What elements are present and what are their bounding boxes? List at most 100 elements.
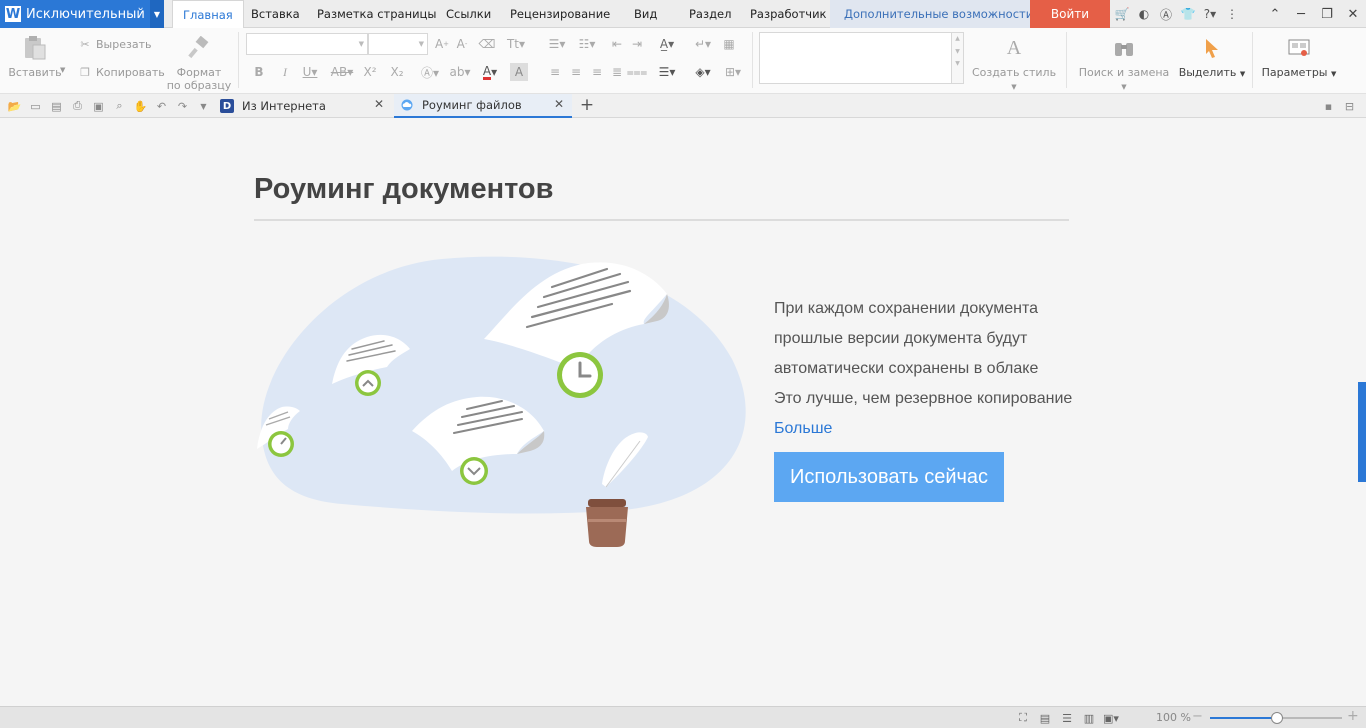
print-preview-icon[interactable]: ▣ bbox=[88, 96, 109, 116]
highlight-icon[interactable]: ab▾ bbox=[448, 63, 472, 81]
app-menu-dropdown-icon[interactable]: ▼ bbox=[150, 0, 164, 28]
save-as-icon[interactable]: ▤ bbox=[46, 96, 67, 116]
tab-references[interactable]: Ссылки bbox=[446, 0, 491, 28]
side-panel-handle[interactable] bbox=[1358, 382, 1366, 482]
save-icon[interactable]: ▭ bbox=[25, 96, 46, 116]
create-style-label: Создать стиль ▼ bbox=[970, 66, 1058, 94]
zoom-slider-fill bbox=[1210, 717, 1276, 719]
page-title: Роуминг документов bbox=[254, 173, 554, 205]
strikethrough-icon[interactable]: AB▾ bbox=[330, 63, 354, 81]
new-tab-icon[interactable]: + bbox=[578, 95, 596, 115]
zoom-in-icon[interactable]: + bbox=[1347, 708, 1359, 724]
bullet-list-icon[interactable]: ☰▾ bbox=[544, 35, 570, 53]
redo-icon[interactable]: ↷ bbox=[172, 96, 193, 116]
paragraph-mark-icon[interactable]: ↵▾ bbox=[690, 35, 716, 53]
more-icon[interactable]: ⋮ bbox=[1222, 4, 1242, 24]
increase-indent-icon[interactable]: ⇥ bbox=[628, 35, 646, 53]
copy-button[interactable]: ❐ Копировать bbox=[78, 65, 165, 79]
options-button[interactable]: Параметры ▼ bbox=[1260, 34, 1338, 81]
paste-dropdown-icon[interactable]: ▼ bbox=[60, 66, 65, 74]
cut-button[interactable]: ✂ Вырезать bbox=[78, 37, 151, 51]
tab-section[interactable]: Раздел bbox=[689, 0, 731, 28]
table-icon[interactable]: ▦ bbox=[720, 35, 738, 53]
zoom-out-icon[interactable]: − bbox=[1192, 709, 1203, 724]
document-tab-bar: 📂 ▭ ▤ ⎙ ▣ ⌕ ✋ ↶ ↷ ▼ D Из Интернета ✕ Роу… bbox=[0, 94, 1366, 118]
superscript-icon[interactable]: X² bbox=[361, 63, 379, 81]
status-bar: ⛶ ▤ ☰ ▥ ▣▾ 100 % − + bbox=[0, 706, 1366, 728]
description-line: При каждом сохранении документа bbox=[774, 300, 1039, 317]
document-circle-icon[interactable]: ◐ bbox=[1134, 4, 1154, 24]
numbered-list-icon[interactable]: ☷▾ bbox=[574, 35, 600, 53]
italic-icon[interactable]: I bbox=[276, 63, 294, 81]
subscript-icon[interactable]: X₂ bbox=[388, 63, 406, 81]
font-a-icon[interactable]: Ⓐ bbox=[1156, 4, 1176, 24]
doc-tab-roaming[interactable]: Роуминг файлов ✕ bbox=[394, 94, 572, 118]
more-link[interactable]: Больше bbox=[774, 420, 832, 437]
grow-font-icon[interactable]: A + bbox=[433, 35, 451, 53]
login-button[interactable]: Войти bbox=[1030, 0, 1110, 28]
select-button[interactable]: Выделить ▼ bbox=[1178, 34, 1246, 81]
shading-icon[interactable]: ◈▾ bbox=[690, 63, 716, 81]
underline-icon[interactable]: U▾ bbox=[298, 63, 322, 81]
tab-list-icon[interactable]: ▪ bbox=[1318, 96, 1339, 116]
close-tab-icon[interactable]: ✕ bbox=[554, 97, 564, 111]
align-left-icon[interactable]: ≡ bbox=[546, 63, 564, 81]
align-right-icon[interactable]: ≡ bbox=[588, 63, 606, 81]
restore-icon[interactable]: ❐ bbox=[1314, 0, 1340, 28]
tab-review[interactable]: Рецензирование bbox=[510, 0, 610, 28]
help-icon[interactable]: ?▾ bbox=[1200, 4, 1220, 24]
align-center-icon[interactable]: ≡ bbox=[567, 63, 585, 81]
text-direction-icon[interactable]: A̲▾ bbox=[654, 35, 680, 53]
create-style-button[interactable]: A Создать стиль ▼ bbox=[970, 34, 1058, 94]
preview-search-icon[interactable]: ⌕ bbox=[109, 96, 130, 116]
line-spacing-icon[interactable]: ☰▾ bbox=[654, 63, 680, 81]
minimize-icon[interactable]: ─ bbox=[1288, 0, 1314, 28]
undo-icon[interactable]: ↶ bbox=[151, 96, 172, 116]
tab-page-layout[interactable]: Разметка страницы bbox=[317, 0, 436, 28]
font-color-icon[interactable]: A ▾ bbox=[478, 63, 502, 81]
justify-icon[interactable]: ≣ bbox=[608, 63, 626, 81]
collapse-ribbon-icon[interactable]: ⌃ bbox=[1262, 0, 1288, 28]
bold-icon[interactable]: B bbox=[250, 63, 268, 81]
outline-view-icon[interactable]: ☰ bbox=[1056, 710, 1078, 726]
close-tab-icon[interactable]: ✕ bbox=[374, 97, 384, 111]
borders-icon[interactable]: ⊞▾ bbox=[720, 63, 746, 81]
use-now-button[interactable]: Использовать сейчас bbox=[774, 452, 1004, 502]
fit-page-icon[interactable]: ⛶ bbox=[1012, 710, 1034, 726]
customize-dropdown-icon[interactable]: ▼ bbox=[193, 96, 214, 116]
clear-format-icon[interactable]: ⌫ bbox=[478, 35, 496, 53]
font-name-combo[interactable]: ▼ bbox=[246, 33, 368, 55]
print-icon[interactable]: ⎙ bbox=[67, 96, 88, 116]
close-icon[interactable]: ✕ bbox=[1340, 0, 1366, 28]
format-painter-button[interactable]: Формат по образцу bbox=[166, 34, 232, 92]
app-menu-button[interactable]: W Исключительный bbox=[0, 0, 150, 28]
tab-home[interactable]: Главная bbox=[172, 0, 244, 29]
shirt-icon[interactable]: 👕 bbox=[1178, 4, 1198, 24]
tab-view[interactable]: Вид bbox=[634, 0, 657, 28]
decrease-indent-icon[interactable]: ⇤ bbox=[608, 35, 626, 53]
hand-icon[interactable]: ✋ bbox=[130, 96, 151, 116]
find-replace-text: Поиск и замена bbox=[1078, 66, 1170, 79]
style-gallery-scroll[interactable]: ▲ ▼ ▼ bbox=[952, 32, 964, 84]
paste-button[interactable]: Вставить bbox=[6, 34, 64, 79]
find-replace-button[interactable]: Поиск и замена ▼ bbox=[1075, 34, 1173, 94]
web-view-icon[interactable]: ▥ bbox=[1078, 710, 1100, 726]
tab-developer[interactable]: Разработчик bbox=[750, 0, 827, 28]
text-effects-icon[interactable]: Tt▾ bbox=[503, 35, 529, 53]
cart-icon[interactable]: 🛒 bbox=[1112, 4, 1132, 24]
reading-mode-icon[interactable]: ▣▾ bbox=[1100, 710, 1122, 726]
text-outline-icon[interactable]: Ⓐ▾ bbox=[418, 63, 442, 81]
style-gallery[interactable] bbox=[759, 32, 952, 84]
distributed-icon[interactable]: ⩶ bbox=[627, 63, 648, 81]
shrink-font-icon[interactable]: A- bbox=[453, 35, 471, 53]
open-folder-icon[interactable]: 📂 bbox=[4, 96, 25, 116]
font-size-combo[interactable]: ▼ bbox=[368, 33, 428, 55]
brush-icon bbox=[185, 34, 213, 62]
page-view-icon[interactable]: ▤ bbox=[1034, 710, 1056, 726]
zoom-slider-thumb[interactable] bbox=[1271, 712, 1283, 724]
tab-extra-features[interactable]: Дополнительные возможности bbox=[830, 0, 1048, 28]
tab-insert[interactable]: Вставка bbox=[251, 0, 300, 28]
char-shading-icon[interactable]: A bbox=[510, 63, 528, 81]
tab-settings-icon[interactable]: ⊟ bbox=[1339, 96, 1360, 116]
doc-tab-internet[interactable]: D Из Интернета ✕ bbox=[214, 94, 392, 118]
